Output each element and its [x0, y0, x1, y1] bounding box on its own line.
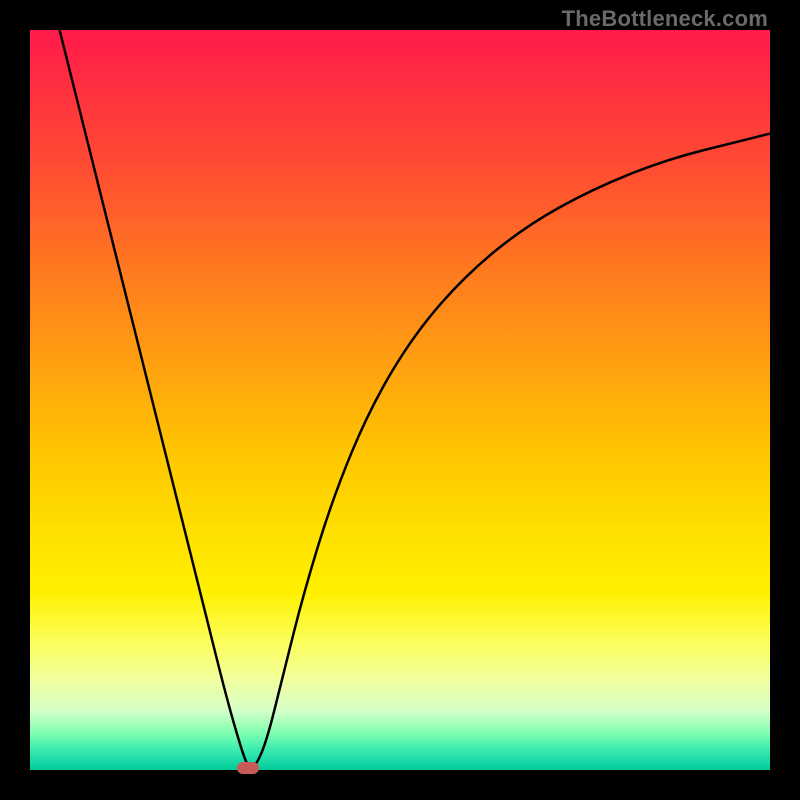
chart-container: TheBottleneck.com	[0, 0, 800, 800]
curve-svg	[30, 30, 770, 770]
minimum-marker	[237, 762, 259, 774]
plot-area	[30, 30, 770, 770]
watermark-text: TheBottleneck.com	[562, 6, 768, 32]
bottleneck-curve	[60, 30, 770, 767]
